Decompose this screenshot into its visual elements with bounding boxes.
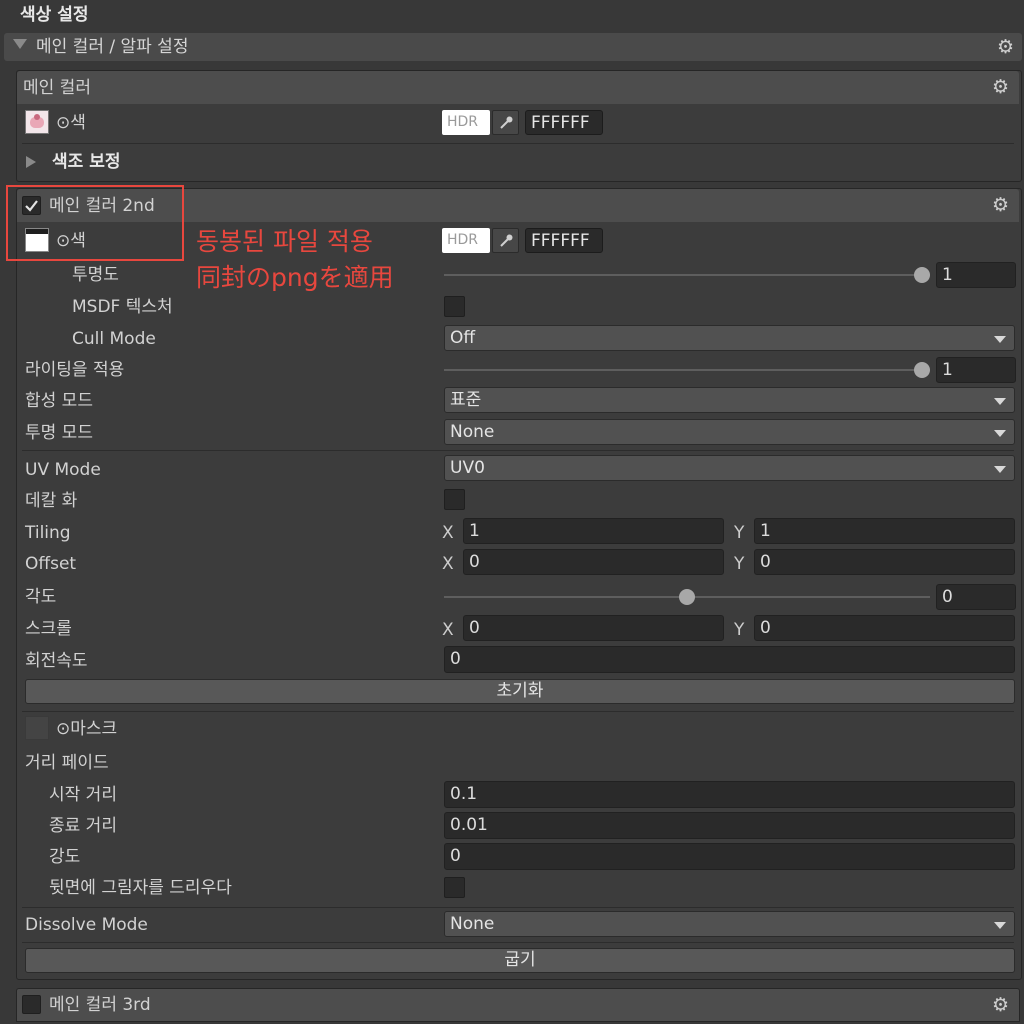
uv-mode-value: UV0 [450, 458, 485, 478]
main-color-header[interactable]: 메인 컬러 ⚙ [17, 71, 1019, 104]
annotation-text-korean: 동봉된 파일 적용 [196, 227, 373, 256]
offset-y-field[interactable]: 0 [754, 549, 1015, 575]
page-title: 색상 설정 [20, 5, 89, 25]
fade-strength-field[interactable]: 0 [444, 843, 1015, 870]
reset-button[interactable]: 초기화 [25, 679, 1015, 704]
msdf-label: MSDF 텍스처 [72, 297, 173, 317]
bake-button[interactable]: 굽기 [25, 948, 1015, 973]
dropdown-caret-icon [994, 398, 1006, 405]
blend-mode-label: 합성 모드 [25, 391, 93, 411]
mask-texture-slot[interactable] [25, 716, 49, 740]
offset-label: Offset [25, 554, 77, 574]
cull-mode-value: Off [450, 328, 476, 348]
y-axis-label: Y [734, 523, 745, 543]
uv-mode-label: UV Mode [25, 460, 101, 480]
hdr-color-swatch[interactable]: HDR [442, 228, 490, 253]
hex-color-field[interactable]: FFFFFF [525, 228, 603, 253]
lighting-slider-handle[interactable] [914, 362, 930, 378]
tone-correction-foldout[interactable]: 색조 보정 [52, 151, 120, 173]
decal-label: 데칼 화 [25, 491, 78, 511]
alpha-mode-value: None [450, 422, 495, 442]
angle-field[interactable]: 0 [936, 584, 1016, 610]
fade-end-label: 종료 거리 [49, 816, 117, 836]
rotation-speed-label: 회전속도 [25, 651, 88, 671]
scroll-x-field[interactable]: 0 [463, 615, 724, 641]
eyedropper-icon [500, 116, 513, 129]
divider [22, 450, 1014, 451]
lighting-label: 라이팅을 적용 [25, 360, 125, 380]
alpha-mode-label: 투명 모드 [25, 423, 93, 443]
hdr-color-swatch[interactable]: HDR [442, 110, 490, 135]
dropdown-caret-icon [994, 430, 1006, 437]
eyedropper-icon [500, 234, 513, 247]
foldout-right-icon[interactable] [26, 156, 36, 168]
section-title: 메인 컬러 / 알파 설정 [36, 37, 189, 57]
cull-mode-dropdown[interactable]: Off [444, 325, 1015, 351]
cull-mode-label: Cull Mode [72, 329, 156, 349]
tiling-x-field[interactable]: 1 [463, 518, 724, 544]
enable-checkbox[interactable] [22, 995, 41, 1014]
transparency-slider-handle[interactable] [914, 267, 930, 283]
hex-color-field[interactable]: FFFFFF [525, 110, 603, 135]
blend-mode-dropdown[interactable]: 표준 [444, 387, 1015, 413]
divider [22, 942, 1014, 943]
distance-fade-label: 거리 페이드 [25, 753, 109, 773]
texture-thumbnail[interactable] [25, 110, 49, 134]
annotation-text-japanese: 同封のpngを適用 [196, 263, 394, 292]
eyedropper-button[interactable] [492, 228, 519, 253]
backface-shadow-label: 뒷면에 그림자를 드리우다 [49, 878, 232, 898]
section-header[interactable]: 메인 컬러 / 알파 설정 ⚙ [4, 33, 1022, 61]
msdf-checkbox[interactable] [444, 296, 465, 317]
blend-mode-value: 표준 [450, 390, 482, 410]
dissolve-mode-value: None [450, 914, 495, 934]
tiling-label: Tiling [25, 523, 71, 543]
dropdown-caret-icon [994, 336, 1006, 343]
fade-start-field[interactable]: 0.1 [444, 781, 1015, 808]
divider [22, 143, 1014, 144]
scroll-label: 스크롤 [25, 619, 72, 639]
gear-icon[interactable]: ⚙ [992, 77, 1009, 97]
angle-label: 각도 [25, 587, 57, 607]
backface-shadow-checkbox[interactable] [444, 877, 465, 898]
main-color-3rd-header[interactable]: ⚙ [16, 988, 1020, 1022]
divider [22, 907, 1014, 908]
fade-strength-label: 강도 [49, 847, 81, 867]
main-color-title: 메인 컬러 [23, 78, 91, 98]
lighting-slider-track[interactable] [444, 369, 930, 371]
x-axis-label: X [442, 554, 454, 574]
dropdown-caret-icon [994, 466, 1006, 473]
gear-icon[interactable]: ⚙ [992, 995, 1009, 1015]
dropdown-caret-icon [994, 922, 1006, 929]
gear-icon[interactable]: ⚙ [997, 37, 1014, 57]
lighting-field[interactable]: 1 [936, 357, 1016, 383]
offset-x-field[interactable]: 0 [463, 549, 724, 575]
x-axis-label: X [442, 523, 454, 543]
transparency-slider-track[interactable] [444, 274, 930, 276]
color-label: ⊙색 [56, 113, 86, 133]
transparency-label: 투명도 [72, 265, 119, 285]
dissolve-mode-label: Dissolve Mode [25, 915, 148, 935]
tiling-y-field[interactable]: 1 [754, 518, 1015, 544]
transparency-field[interactable]: 1 [936, 262, 1016, 288]
angle-slider-handle[interactable] [679, 589, 695, 605]
mask-label: ⊙마스크 [56, 719, 118, 739]
annotation-highlight-box [6, 185, 184, 261]
y-axis-label: Y [734, 620, 745, 640]
x-axis-label: X [442, 620, 454, 640]
divider [22, 711, 1014, 712]
dissolve-mode-dropdown[interactable]: None [444, 911, 1015, 937]
eyedropper-button[interactable] [492, 110, 519, 135]
main-color-3rd-title: 메인 컬러 3rd [49, 995, 151, 1015]
fade-end-field[interactable]: 0.01 [444, 812, 1015, 839]
foldout-down-icon[interactable] [13, 39, 27, 49]
decal-checkbox[interactable] [444, 489, 465, 510]
gear-icon[interactable]: ⚙ [992, 195, 1009, 215]
scroll-y-field[interactable]: 0 [754, 615, 1015, 641]
alpha-mode-dropdown[interactable]: None [444, 419, 1015, 445]
fade-start-label: 시작 거리 [49, 785, 117, 805]
y-axis-label: Y [734, 554, 745, 574]
uv-mode-dropdown[interactable]: UV0 [444, 455, 1015, 481]
rotation-speed-field[interactable]: 0 [444, 646, 1015, 673]
